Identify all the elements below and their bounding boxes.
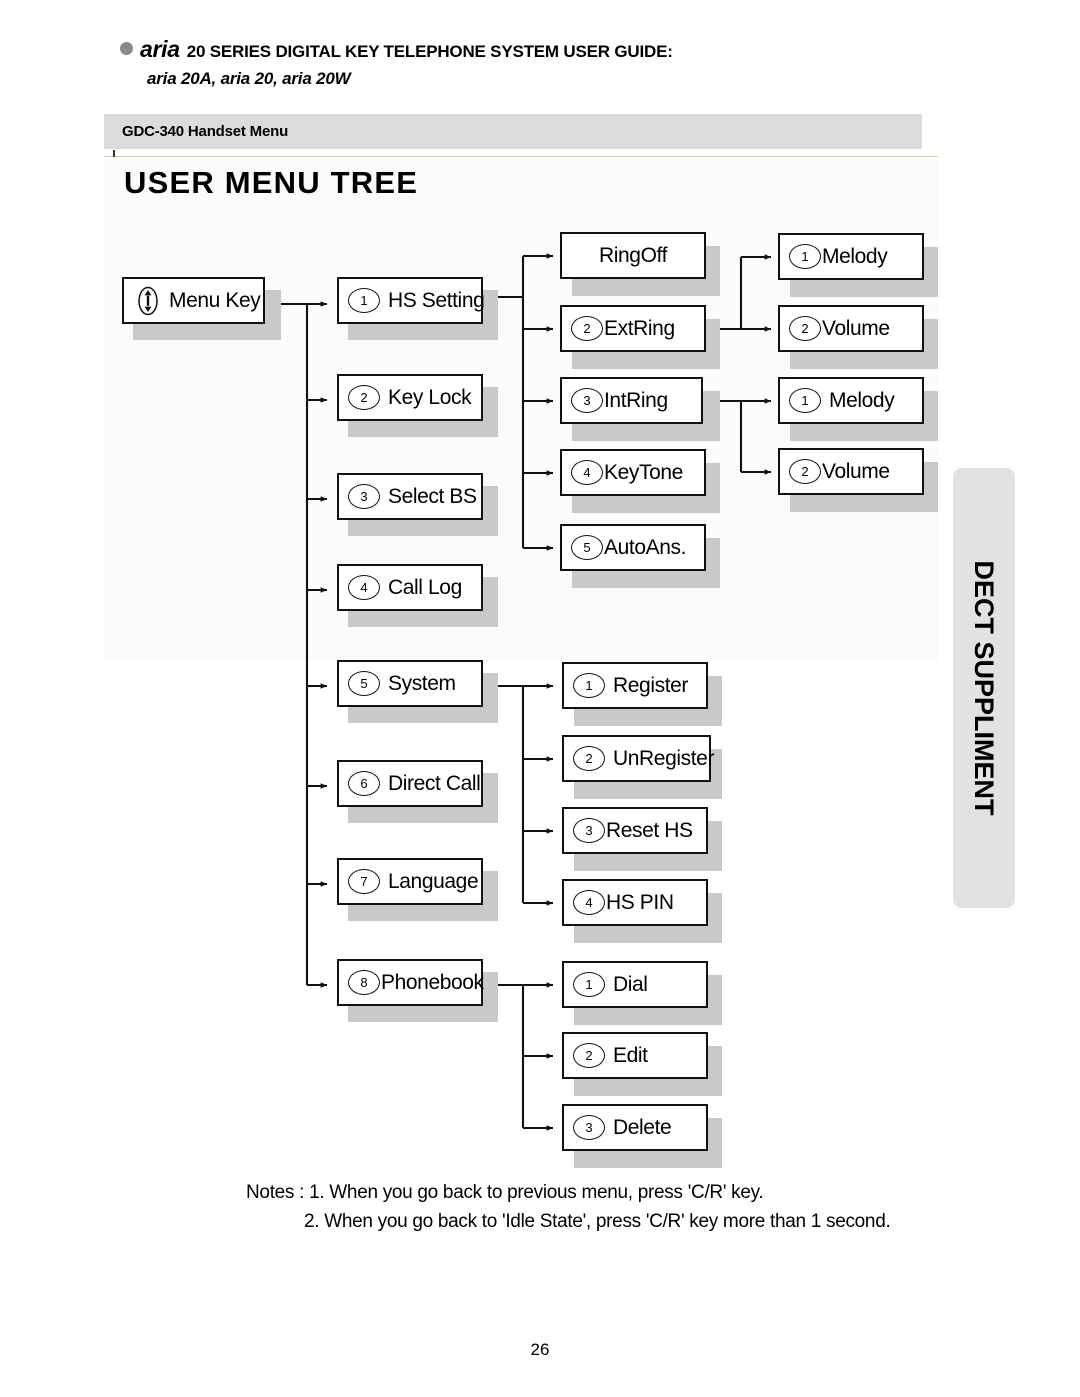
node-number: 8	[348, 970, 380, 995]
node-ringoff[interactable]: RingOff	[560, 232, 706, 279]
node-number: 1	[789, 388, 821, 413]
node-label: Melody	[829, 388, 895, 412]
node-phonebook[interactable]: 8 Phonebook	[337, 959, 484, 1006]
note-line-1: Notes : 1. When you go back to previous …	[246, 1182, 764, 1203]
node-label: Reset HS	[606, 818, 693, 842]
node-edit[interactable]: 2 Edit	[562, 1032, 708, 1079]
node-label: ExtRing	[604, 316, 675, 340]
node-number: 1	[789, 244, 821, 269]
node-number: 2	[573, 1043, 605, 1068]
node-label: KeyTone	[604, 460, 683, 484]
node-unregister[interactable]: 2 UnRegister	[562, 735, 715, 782]
node-intring[interactable]: 3 IntRing	[560, 377, 703, 424]
node-number: 2	[789, 316, 821, 341]
node-number: 4	[348, 575, 380, 600]
node-system[interactable]: 5 System	[337, 660, 483, 707]
node-label: AutoAns.	[604, 535, 687, 559]
node-ext-volume[interactable]: 2 Volume	[778, 305, 924, 352]
node-language[interactable]: 7 Language	[337, 858, 483, 905]
node-int-melody[interactable]: 1 Melody	[778, 377, 924, 424]
node-reset-hs[interactable]: 3 Reset HS	[562, 807, 708, 854]
updown-rocker-icon	[135, 286, 161, 316]
node-label: System	[388, 671, 456, 695]
node-number: 4	[573, 890, 605, 915]
node-label: Register	[613, 673, 688, 697]
node-number: 1	[348, 288, 380, 313]
node-ext-melody[interactable]: 1 Melody	[778, 233, 924, 280]
node-label: UnRegister	[613, 746, 715, 770]
node-label: Melody	[822, 244, 888, 268]
node-dial[interactable]: 1 Dial	[562, 961, 708, 1008]
node-label: RingOff	[598, 243, 667, 267]
node-label: HS Setting	[388, 288, 485, 312]
node-label: Dial	[613, 972, 648, 996]
node-number: 2	[573, 746, 605, 771]
node-register[interactable]: 1 Register	[562, 662, 708, 709]
node-label: HS PIN	[606, 890, 674, 914]
node-delete[interactable]: 3 Delete	[562, 1104, 708, 1151]
node-label: Call Log	[388, 575, 462, 599]
node-menu-key[interactable]: Menu Key	[122, 277, 265, 324]
notes-block: Notes : 1. When you go back to previous …	[246, 1178, 946, 1237]
node-keytone[interactable]: 4 KeyTone	[560, 449, 706, 496]
node-direct-call[interactable]: 6 Direct Call	[337, 760, 483, 807]
node-number: 7	[348, 869, 380, 894]
node-call-log[interactable]: 4 Call Log	[337, 564, 483, 611]
node-number: 6	[348, 771, 380, 796]
node-number: 3	[571, 388, 603, 413]
node-autoans[interactable]: 5 AutoAns.	[560, 524, 706, 571]
node-number: 1	[573, 673, 605, 698]
node-number: 1	[573, 972, 605, 997]
node-label: Menu Key	[169, 288, 261, 312]
node-key-lock[interactable]: 2 Key Lock	[337, 374, 483, 421]
note-line-2: 2. When you go back to 'Idle State', pre…	[304, 1211, 891, 1233]
node-extring[interactable]: 2 ExtRing	[560, 305, 706, 352]
node-number: 3	[348, 484, 380, 509]
node-label: Edit	[613, 1043, 648, 1067]
page-number: 26	[530, 1340, 550, 1359]
node-label: Volume	[822, 316, 890, 340]
node-label: Volume	[822, 459, 890, 483]
node-number: 2	[789, 459, 821, 484]
node-number: 2	[348, 385, 380, 410]
node-hs-setting[interactable]: 1 HS Setting	[337, 277, 485, 324]
node-select-bs[interactable]: 3 Select BS	[337, 473, 483, 520]
node-number: 3	[573, 1115, 605, 1140]
node-label: Key Lock	[388, 385, 472, 409]
node-number: 3	[573, 818, 605, 843]
node-label: IntRing	[604, 388, 668, 412]
node-hs-pin[interactable]: 4 HS PIN	[562, 879, 708, 926]
node-number: 5	[571, 535, 603, 560]
node-number: 2	[571, 316, 603, 341]
node-label: Delete	[613, 1115, 672, 1139]
node-number: 4	[571, 460, 603, 485]
node-label: Phonebook	[381, 970, 484, 994]
node-label: Direct Call	[388, 771, 481, 795]
node-number: 5	[348, 671, 380, 696]
node-label: Select BS	[388, 484, 477, 508]
node-int-volume[interactable]: 2 Volume	[778, 448, 924, 495]
node-label: Language	[388, 869, 479, 893]
